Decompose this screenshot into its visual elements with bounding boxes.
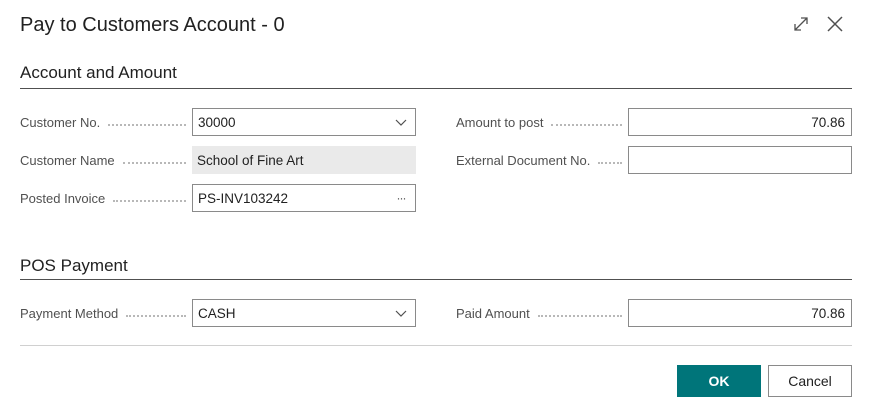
ok-button[interactable]: OK xyxy=(677,365,761,397)
close-icon[interactable] xyxy=(825,14,845,34)
customer-name-value: School of Fine Art xyxy=(197,152,304,168)
chevron-down-icon[interactable] xyxy=(387,300,415,326)
posted-invoice-field[interactable]: PS-INV103242 ··· xyxy=(192,184,416,212)
amount-to-post-value: 70.86 xyxy=(811,114,845,130)
paid-amount-label: Paid Amount xyxy=(456,299,628,327)
window-controls xyxy=(791,14,845,34)
footer-divider xyxy=(20,345,852,346)
payment-method-label: Payment Method xyxy=(20,299,192,327)
section-title-pos-payment: POS Payment xyxy=(20,256,128,275)
paid-amount-input[interactable]: 70.86 xyxy=(628,299,852,327)
paid-amount-value: 70.86 xyxy=(811,305,845,321)
cancel-button[interactable]: Cancel xyxy=(768,365,852,397)
external-doc-no-label: External Document No. xyxy=(456,146,628,174)
ellipsis-icon[interactable]: ··· xyxy=(387,185,415,211)
posted-invoice-value: PS-INV103242 xyxy=(198,190,289,206)
section-divider xyxy=(20,88,852,89)
payment-method-select[interactable]: CASH xyxy=(192,299,416,327)
external-doc-no-input[interactable] xyxy=(628,146,852,174)
dialog-title: Pay to Customers Account - 0 xyxy=(20,14,285,36)
customer-no-select[interactable]: 30000 xyxy=(192,108,416,136)
customer-name-label: Customer Name xyxy=(20,146,192,174)
chevron-down-icon[interactable] xyxy=(387,109,415,135)
section-divider xyxy=(20,279,852,280)
customer-no-value: 30000 xyxy=(198,114,236,130)
customer-name-field: School of Fine Art xyxy=(192,146,416,174)
payment-method-value: CASH xyxy=(198,305,236,321)
section-title-account-amount: Account and Amount xyxy=(20,63,177,82)
amount-to-post-input[interactable]: 70.86 xyxy=(628,108,852,136)
expand-icon[interactable] xyxy=(791,14,811,34)
posted-invoice-label: Posted Invoice xyxy=(20,184,192,212)
amount-to-post-label: Amount to post xyxy=(456,108,628,136)
customer-no-label: Customer No. xyxy=(20,108,192,136)
